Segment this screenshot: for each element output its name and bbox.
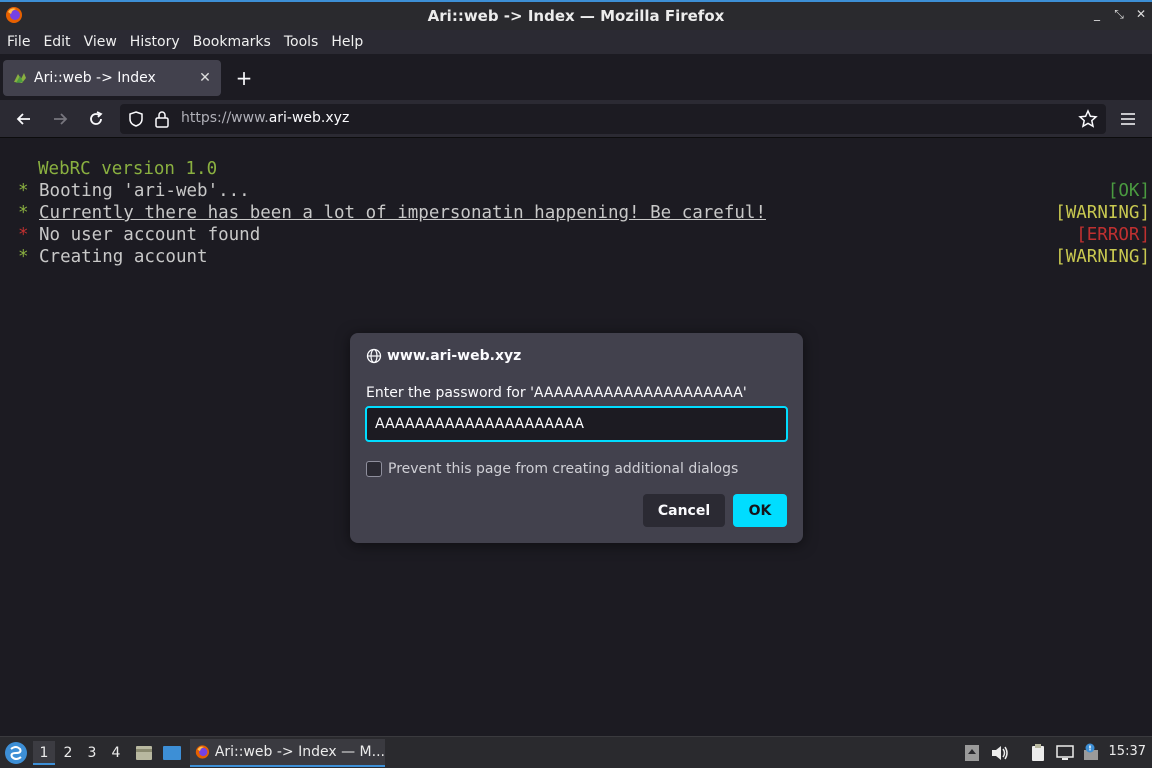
terminal-line: * Booting 'ari-web'... [OK] xyxy=(18,181,1150,201)
workspace-4[interactable]: 4 xyxy=(105,741,127,765)
prevent-dialogs-checkbox[interactable] xyxy=(366,461,382,477)
start-menu-icon[interactable] xyxy=(4,741,28,765)
new-tab-icon[interactable]: + xyxy=(232,66,256,90)
webrc-header: WebRC version 1.0 xyxy=(38,159,218,179)
impersonation-warning-link[interactable]: Currently there has been a lot of impers… xyxy=(39,203,766,223)
hamburger-menu-icon[interactable] xyxy=(1117,108,1139,130)
menu-edit[interactable]: Edit xyxy=(43,34,70,50)
workspace-3[interactable]: 3 xyxy=(81,741,103,765)
firefox-icon xyxy=(6,7,22,23)
bookmark-star-icon[interactable] xyxy=(1078,109,1098,129)
network-icon[interactable] xyxy=(1055,743,1075,763)
terminal-line: * No user account found [ERROR] xyxy=(18,225,1150,245)
menu-file[interactable]: File xyxy=(7,34,30,50)
taskbar-firefox-task[interactable]: Ari::web -> Index — M... xyxy=(190,739,385,767)
back-icon[interactable] xyxy=(13,108,35,130)
tray-arrow-icon[interactable] xyxy=(962,743,982,763)
workspace-1[interactable]: 1 xyxy=(33,741,55,765)
menu-tools[interactable]: Tools xyxy=(284,34,319,50)
tab-title: Ari::web -> Index xyxy=(34,70,156,86)
dialog-origin: www.ari-web.xyz xyxy=(366,348,521,364)
globe-icon xyxy=(366,348,382,364)
url-text: https://www.ari-web.xyz xyxy=(181,110,350,126)
notification-icon[interactable] xyxy=(1082,743,1102,763)
file-manager-icon[interactable] xyxy=(134,743,154,763)
firefox-icon xyxy=(195,745,210,759)
terminal-line: * Creating account [WARNING] xyxy=(18,247,1150,267)
site-favicon-icon xyxy=(14,73,26,83)
window-titlebar: Ari::web -> Index — Mozilla Firefox _ ⤡ … xyxy=(0,0,1152,30)
task-label: Ari::web -> Index — M... xyxy=(214,744,385,760)
password-input[interactable] xyxy=(365,406,788,442)
workspace-2[interactable]: 2 xyxy=(57,741,79,765)
menu-view[interactable]: View xyxy=(84,34,117,50)
password-prompt-dialog: www.ari-web.xyz Enter the password for '… xyxy=(350,333,803,543)
prevent-dialogs-label[interactable]: Prevent this page from creating addition… xyxy=(388,461,738,477)
reload-icon[interactable] xyxy=(85,108,107,130)
tab-ari-web[interactable]: Ari::web -> Index ✕ xyxy=(3,60,221,96)
tracking-protection-icon[interactable] xyxy=(128,111,144,127)
clock: 15:37 xyxy=(1108,744,1146,759)
forward-icon[interactable] xyxy=(49,108,71,130)
lock-icon[interactable] xyxy=(154,110,170,128)
volume-icon[interactable] xyxy=(990,743,1010,763)
dialog-origin-text: www.ari-web.xyz xyxy=(387,348,522,364)
minimize-icon[interactable]: _ xyxy=(1088,7,1106,21)
menubar: File Edit View History Bookmarks Tools H… xyxy=(0,30,1152,54)
menu-bookmarks[interactable]: Bookmarks xyxy=(193,34,271,50)
url-bar[interactable]: https://www.ari-web.xyz xyxy=(120,104,1106,134)
navigation-toolbar: https://www.ari-web.xyz xyxy=(0,100,1152,138)
tab-close-icon[interactable]: ✕ xyxy=(194,70,216,86)
cancel-button[interactable]: Cancel xyxy=(643,494,725,527)
clipboard-icon[interactable] xyxy=(1028,743,1048,763)
window-title: Ari::web -> Index — Mozilla Firefox xyxy=(427,7,725,25)
restore-icon[interactable]: ⤡ xyxy=(1110,7,1128,22)
ok-button[interactable]: OK xyxy=(733,494,787,527)
close-icon[interactable]: ✕ xyxy=(1132,7,1150,21)
desktop-icon[interactable] xyxy=(162,743,182,763)
taskbar: 1 2 3 4 Ari::web -> Index — M... 15:37 xyxy=(0,736,1152,768)
dialog-prompt-text: Enter the password for 'AAAAAAAAAAAAAAAA… xyxy=(366,385,747,401)
terminal-line: * Currently there has been a lot of impe… xyxy=(18,203,1150,223)
menu-history[interactable]: History xyxy=(130,34,180,50)
tab-strip: Ari::web -> Index ✕ + xyxy=(0,54,1152,100)
menu-help[interactable]: Help xyxy=(331,34,363,50)
